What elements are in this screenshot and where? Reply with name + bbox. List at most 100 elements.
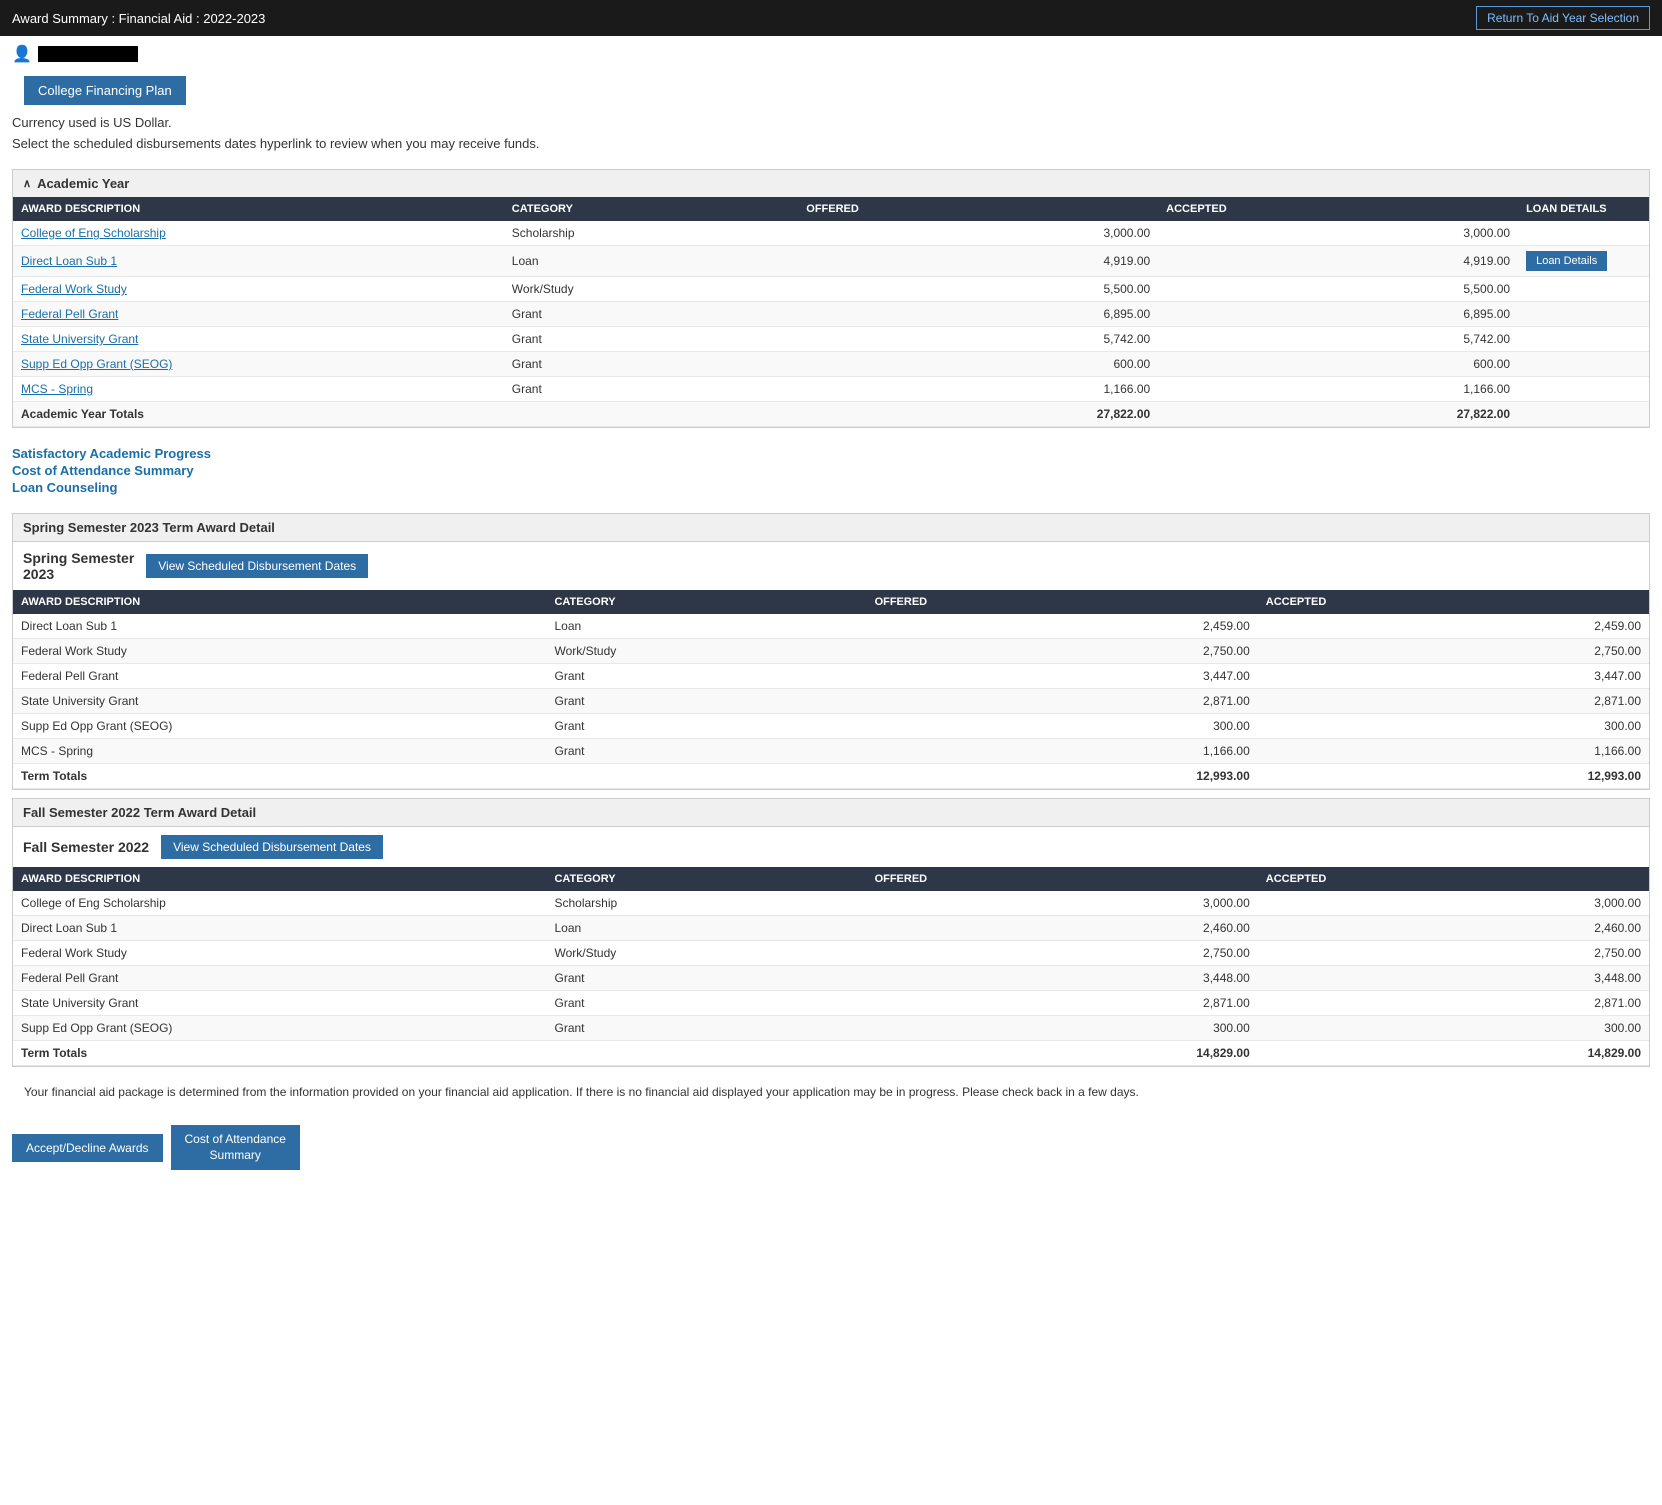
award-desc-cell: Supp Ed Opp Grant (SEOG) <box>13 1016 546 1041</box>
table-row: Direct Loan Sub 1 Loan 2,459.00 2,459.00 <box>13 614 1649 639</box>
accepted-cell: 6,895.00 <box>1158 302 1518 327</box>
table-row: State University Grant Grant 2,871.00 2,… <box>13 991 1649 1016</box>
spring-term-title: Spring Semester 2023 <box>23 550 134 582</box>
currency-note: Currency used is US Dollar. <box>0 113 1662 132</box>
accepted-cell: 3,000.00 <box>1158 221 1518 246</box>
category-cell: Grant <box>504 327 798 352</box>
loan-details-cell <box>1518 327 1649 352</box>
award-desc-cell: State University Grant <box>13 991 546 1016</box>
accepted-cell: 2,459.00 <box>1258 614 1649 639</box>
category-cell: Scholarship <box>546 891 866 916</box>
award-desc-cell: Direct Loan Sub 1 <box>13 916 546 941</box>
category-cell: Grant <box>546 966 866 991</box>
table-row: College of Eng Scholarship Scholarship 3… <box>13 891 1649 916</box>
offered-cell: 3,448.00 <box>867 966 1258 991</box>
totals-label: Term Totals <box>13 764 546 789</box>
top-header: Award Summary : Financial Aid : 2022-202… <box>0 0 1662 36</box>
award-desc-cell: Direct Loan Sub 1 <box>13 614 546 639</box>
totals-offered: 12,993.00 <box>867 764 1258 789</box>
category-cell: Loan <box>546 916 866 941</box>
academic-year-header: ∧ Academic Year <box>13 170 1649 197</box>
accepted-cell: 2,460.00 <box>1258 916 1649 941</box>
table-row: College of Eng Scholarship Scholarship 3… <box>13 221 1649 246</box>
bottom-buttons: Accept/Decline Awards Cost of Attendance… <box>0 1117 1662 1178</box>
award-desc-cell: Federal Pell Grant <box>13 302 504 327</box>
category-cell: Grant <box>504 377 798 402</box>
award-desc-cell: Direct Loan Sub 1 <box>13 246 504 277</box>
table-row: Direct Loan Sub 1 Loan 4,919.00 4,919.00… <box>13 246 1649 277</box>
table-row: Federal Pell Grant Grant 3,448.00 3,448.… <box>13 966 1649 991</box>
offered-cell: 2,871.00 <box>867 991 1258 1016</box>
cost-of-attendance-summary-button[interactable]: Cost of Attendance Summary <box>171 1125 300 1170</box>
loan-details-cell: Loan Details <box>1518 246 1649 277</box>
fall-term-header: Fall Semester 2022 Term Award Detail <box>13 799 1649 827</box>
totals-loan <box>1518 402 1649 427</box>
award-desc-link[interactable]: MCS - Spring <box>21 382 93 396</box>
category-cell: Grant <box>504 302 798 327</box>
award-desc-link[interactable]: Federal Pell Grant <box>21 307 118 321</box>
fall-view-dates-button[interactable]: View Scheduled Disbursement Dates <box>161 835 383 859</box>
return-to-aid-year-button[interactable]: Return To Aid Year Selection <box>1476 6 1650 30</box>
college-financing-plan-button[interactable]: College Financing Plan <box>24 76 186 105</box>
accepted-cell: 3,447.00 <box>1258 664 1649 689</box>
cost-of-attendance-link[interactable]: Cost of Attendance Summary <box>12 463 1650 478</box>
user-name <box>38 46 138 62</box>
links-section: Satisfactory Academic Progress Cost of A… <box>0 436 1662 505</box>
award-desc-cell: Supp Ed Opp Grant (SEOG) <box>13 352 504 377</box>
category-cell: Grant <box>546 1016 866 1041</box>
table-row: Supp Ed Opp Grant (SEOG) Grant 300.00 30… <box>13 1016 1649 1041</box>
award-desc-cell: Federal Work Study <box>13 639 546 664</box>
offered-cell: 1,166.00 <box>798 377 1158 402</box>
spring-view-dates-button[interactable]: View Scheduled Disbursement Dates <box>146 554 368 578</box>
category-cell: Grant <box>546 689 866 714</box>
offered-cell: 1,166.00 <box>867 739 1258 764</box>
offered-cell: 2,459.00 <box>867 614 1258 639</box>
disbursement-note: Select the scheduled disbursements dates… <box>0 132 1662 161</box>
accepted-cell: 3,000.00 <box>1258 891 1649 916</box>
totals-accepted: 12,993.00 <box>1258 764 1649 789</box>
totals-cat <box>546 764 866 789</box>
accepted-cell: 3,448.00 <box>1258 966 1649 991</box>
offered-cell: 300.00 <box>867 714 1258 739</box>
award-desc-cell: MCS - Spring <box>13 377 504 402</box>
spring-col-category: CATEGORY <box>546 590 866 614</box>
award-desc-link[interactable]: Supp Ed Opp Grant (SEOG) <box>21 357 172 371</box>
satisfactory-academic-progress-link[interactable]: Satisfactory Academic Progress <box>12 446 1650 461</box>
offered-cell: 6,895.00 <box>798 302 1158 327</box>
award-desc-cell: Federal Pell Grant <box>13 664 546 689</box>
table-row: Federal Pell Grant Grant 6,895.00 6,895.… <box>13 302 1649 327</box>
col-header-offered: OFFERED <box>798 197 1158 221</box>
category-cell: Work/Study <box>546 639 866 664</box>
table-row: State University Grant Grant 5,742.00 5,… <box>13 327 1649 352</box>
accepted-cell: 300.00 <box>1258 1016 1649 1041</box>
award-desc-cell: Supp Ed Opp Grant (SEOG) <box>13 714 546 739</box>
bottom-notice: Your financial aid package is determined… <box>12 1075 1650 1109</box>
spring-totals-row: Term Totals 12,993.00 12,993.00 <box>13 764 1649 789</box>
accept-decline-button[interactable]: Accept/Decline Awards <box>12 1134 163 1162</box>
totals-offered: 14,829.00 <box>867 1041 1258 1066</box>
award-desc-link[interactable]: State University Grant <box>21 332 138 346</box>
col-header-award-desc: AWARD DESCRIPTION <box>13 197 504 221</box>
offered-cell: 4,919.00 <box>798 246 1158 277</box>
award-desc-link[interactable]: Federal Work Study <box>21 282 127 296</box>
award-desc-cell: MCS - Spring <box>13 739 546 764</box>
spring-term-header: Spring Semester 2023 Term Award Detail <box>13 514 1649 542</box>
award-desc-link[interactable]: Direct Loan Sub 1 <box>21 254 117 268</box>
category-cell: Scholarship <box>504 221 798 246</box>
spring-col-offered: OFFERED <box>867 590 1258 614</box>
loan-details-cell <box>1518 302 1649 327</box>
loan-counseling-link[interactable]: Loan Counseling <box>12 480 1650 495</box>
award-desc-link[interactable]: College of Eng Scholarship <box>21 226 166 240</box>
accepted-cell: 5,500.00 <box>1158 277 1518 302</box>
col-header-category: CATEGORY <box>504 197 798 221</box>
totals-accepted: 14,829.00 <box>1258 1041 1649 1066</box>
loan-details-button[interactable]: Loan Details <box>1526 251 1607 271</box>
coa-btn-line1: Cost of Attendance <box>185 1132 286 1146</box>
offered-cell: 2,460.00 <box>867 916 1258 941</box>
loan-details-cell <box>1518 277 1649 302</box>
col-header-accepted: ACCEPTED <box>1158 197 1518 221</box>
fall-col-accepted: ACCEPTED <box>1258 867 1649 891</box>
category-cell: Loan <box>504 246 798 277</box>
table-row: Supp Ed Opp Grant (SEOG) Grant 300.00 30… <box>13 714 1649 739</box>
category-cell: Grant <box>546 991 866 1016</box>
